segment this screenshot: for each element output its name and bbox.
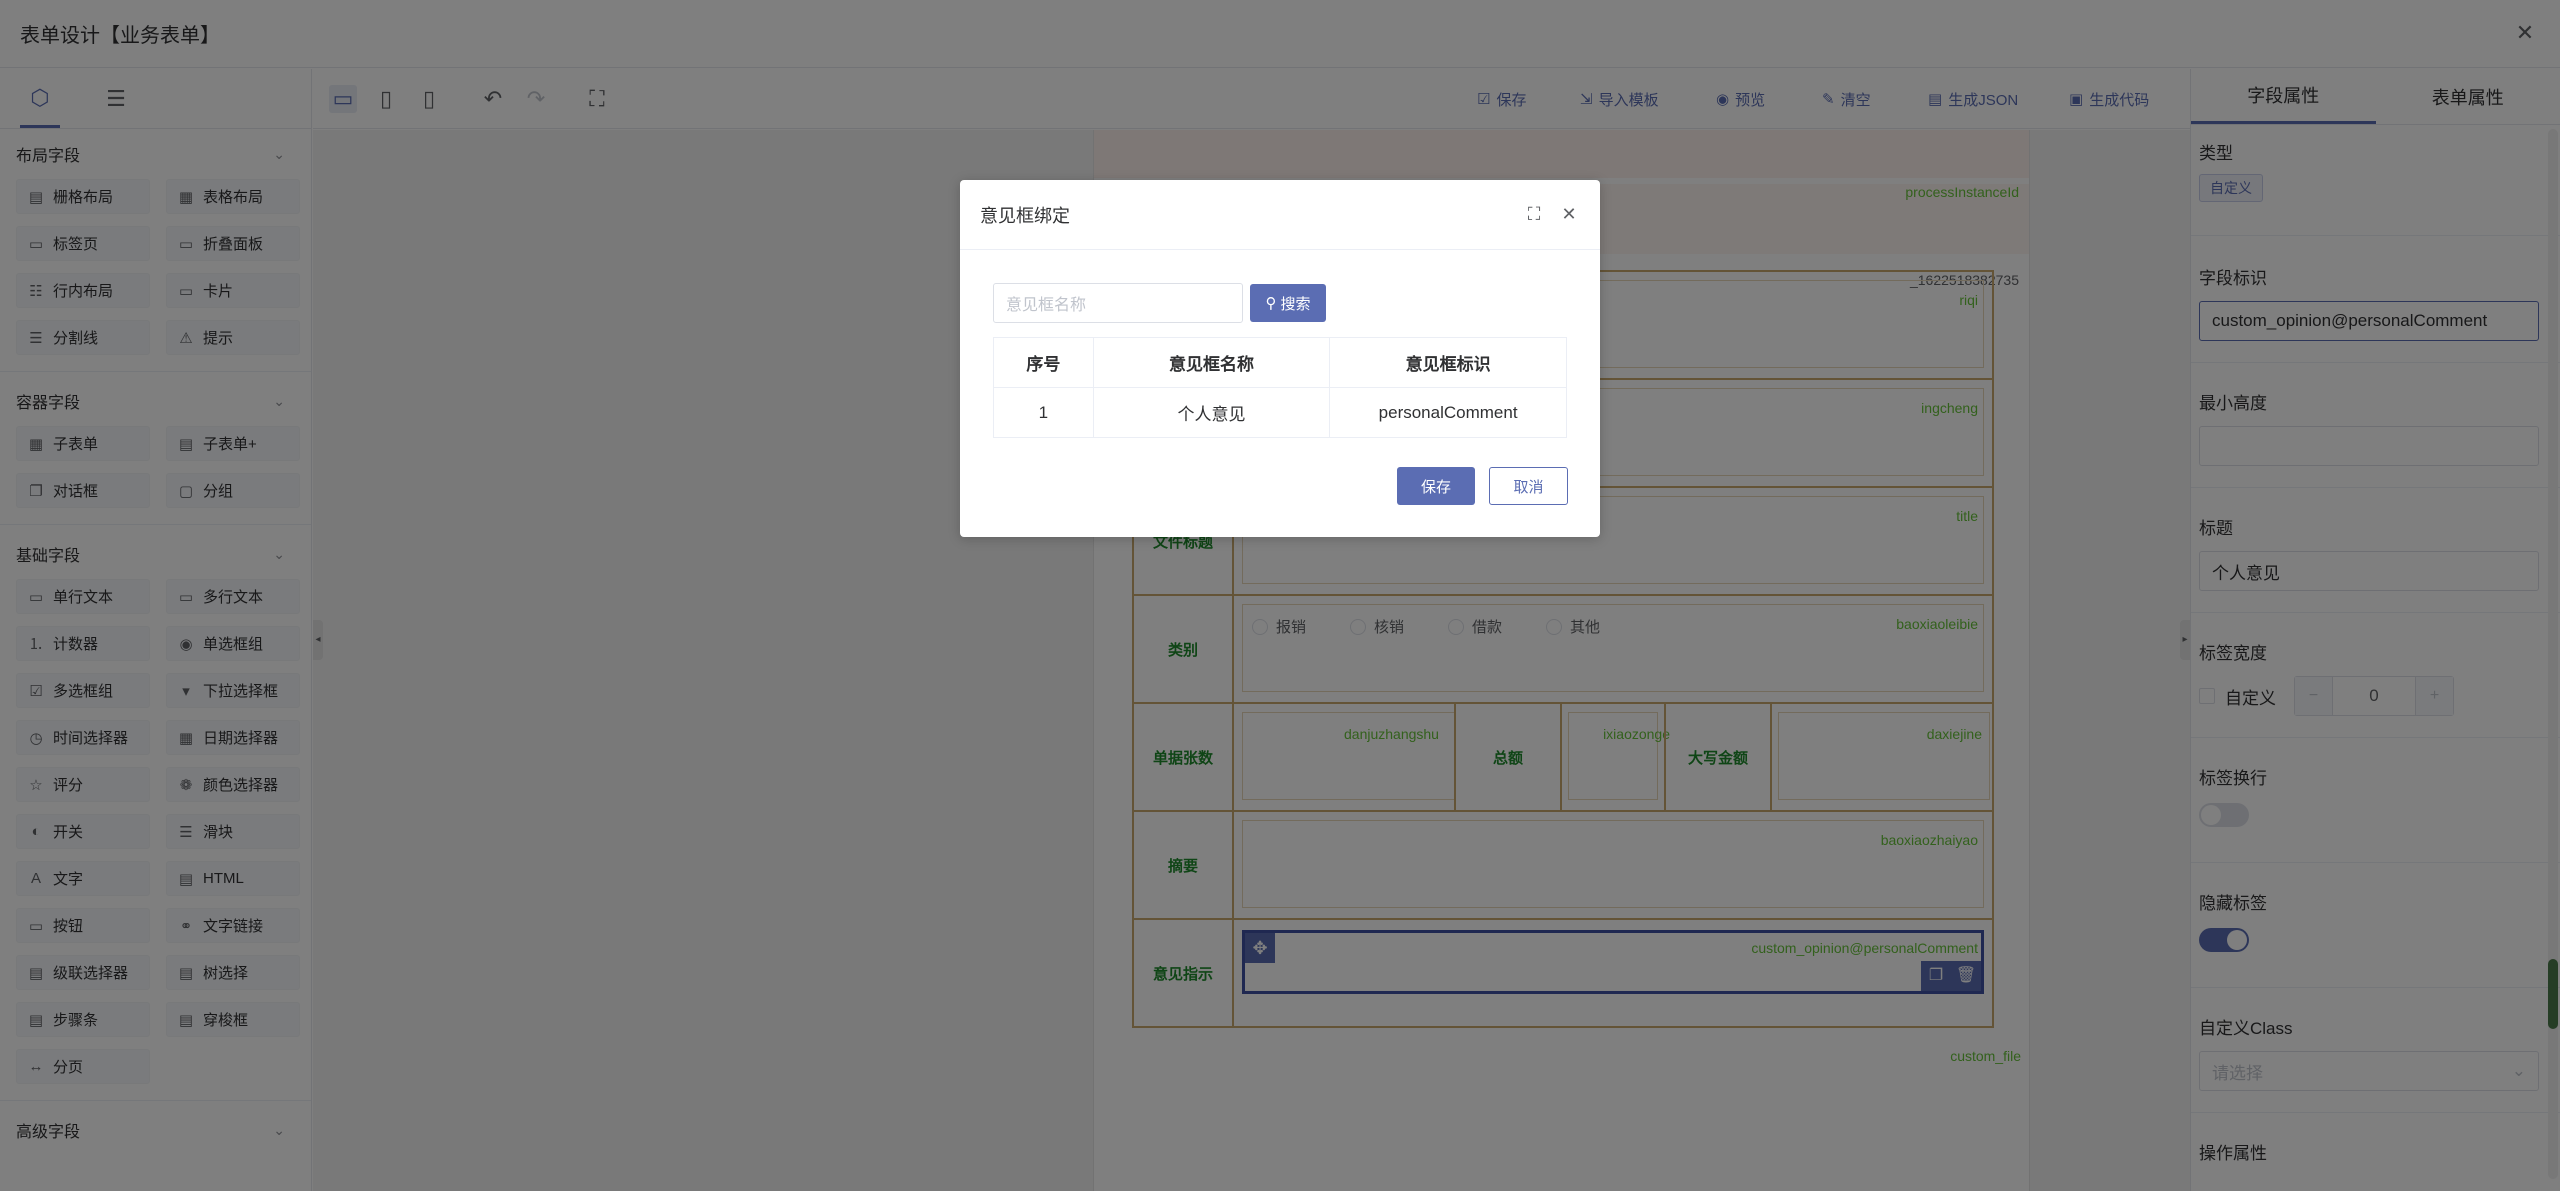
cancel-button[interactable]: 取消 [1489,467,1568,505]
table-row[interactable]: 1 个人意见 personalComment [993,387,1567,438]
opinion-name-search-input[interactable]: 意见框名称 [993,283,1243,323]
dialog-header: 意见框绑定 ⛶ ✕ [960,180,1600,250]
table-header-row: 序号 意见框名称 意见框标识 [993,337,1567,388]
column-header: 序号 [993,337,1094,388]
search-icon: ⚲ [1265,295,1277,312]
search-button-label: 搜索 [1280,295,1311,313]
row-id: personalComment [1329,387,1567,438]
modal-overlay[interactable] [0,0,2560,1191]
close-icon[interactable]: ✕ [1557,202,1581,226]
opinion-table: 序号 意见框名称 意见框标识 1 个人意见 personalComment [993,337,1567,438]
save-button[interactable]: 保存 [1397,467,1475,505]
dialog-title: 意见框绑定 [980,205,1070,226]
opinion-bind-dialog: 意见框绑定 ⛶ ✕ 意见框名称 ⚲ 搜索 序号 意见框名称 意见框标识 1 个人… [960,180,1600,537]
row-index: 1 [993,387,1094,438]
row-name: 个人意见 [1092,387,1331,438]
search-button[interactable]: ⚲ 搜索 [1250,284,1326,322]
column-header: 意见框标识 [1329,337,1567,388]
maximize-icon[interactable]: ⛶ [1522,202,1546,226]
column-header: 意见框名称 [1092,337,1331,388]
